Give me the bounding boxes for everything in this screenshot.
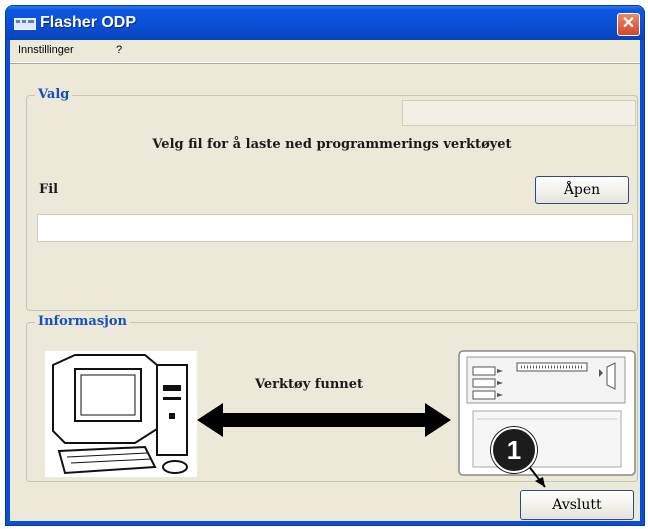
callout-number: 1 xyxy=(506,435,522,465)
instruction-text: Velg fil for å laste ned programmerings … xyxy=(152,137,512,152)
close-icon: ✕ xyxy=(621,15,636,32)
title-bar[interactable]: Flasher ODP ✕ xyxy=(6,6,644,40)
exit-button[interactable]: Avslutt xyxy=(520,490,634,520)
double-arrow-icon xyxy=(197,403,451,437)
valg-group: Valg Velg fil for å laste ned programmer… xyxy=(26,87,638,311)
app-icon xyxy=(14,18,36,30)
app-window: Flasher ODP ✕ Innstillinger ? Valg Velg … xyxy=(5,5,645,526)
file-label: Fil xyxy=(39,182,59,197)
close-button[interactable]: ✕ xyxy=(617,13,640,36)
menu-help[interactable]: ? xyxy=(116,44,122,56)
window-title: Flasher ODP xyxy=(40,14,137,31)
menu-bar: Innstillinger ? xyxy=(10,40,640,63)
computer-icon xyxy=(45,351,197,477)
open-button[interactable]: Åpen xyxy=(535,176,629,204)
info-group-title: Informasjon xyxy=(35,314,130,329)
valg-group-title: Valg xyxy=(35,87,73,102)
menu-settings[interactable]: Innstillinger xyxy=(18,44,74,56)
file-path-input[interactable] xyxy=(37,214,633,242)
info-group: Informasjon Verktøy funnet 1 xyxy=(26,314,638,488)
status-text: Verktøy funnet xyxy=(255,377,363,392)
status-field xyxy=(402,100,636,126)
callout-badge: 1 xyxy=(491,427,537,473)
dialog-client: Innstillinger ? Valg Velg fil for å last… xyxy=(10,40,640,521)
